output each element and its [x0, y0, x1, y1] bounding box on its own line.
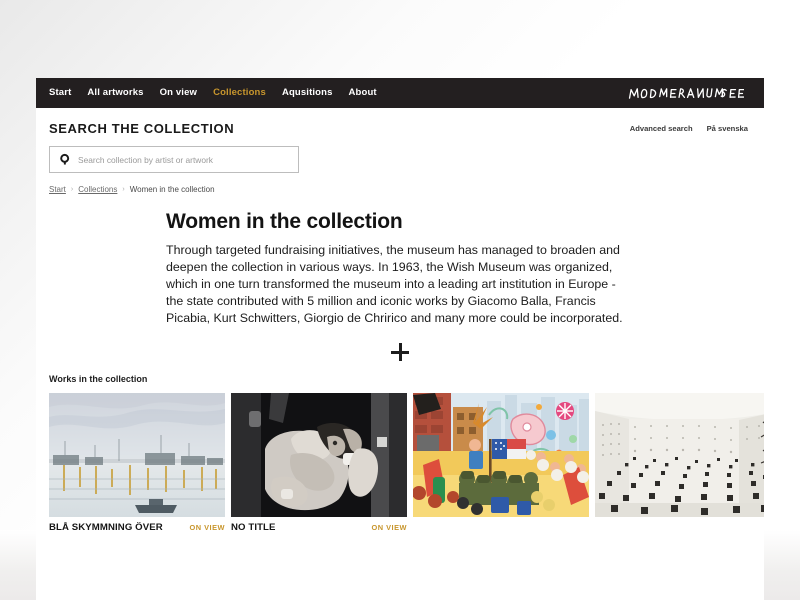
expand-row [36, 343, 764, 362]
breadcrumb-item-current: Women in the collection [129, 185, 215, 194]
nav-item-about[interactable]: About [349, 88, 377, 98]
work-thumbnail-white-room-installation [595, 393, 764, 518]
nav-item-on-view[interactable]: On view [160, 88, 197, 98]
work-card[interactable]: NO TITLE ON VIEW [231, 393, 407, 533]
search-input[interactable] [78, 154, 290, 165]
nav-item-aqusitions[interactable]: Aqusitions [282, 88, 333, 98]
status-badge: ON VIEW [189, 523, 225, 533]
work-card[interactable] [595, 393, 764, 533]
work-title: BLÅ SKYMMNING ÖVER [49, 522, 163, 534]
advanced-search-link[interactable]: Advanced search [630, 124, 693, 133]
works-section-label: Works in the collection [49, 374, 148, 385]
page-title: Women in the collection [166, 210, 403, 233]
plus-icon[interactable] [391, 343, 409, 362]
top-navigation-bar: Start All artworks On view Collections A… [36, 78, 764, 108]
article: Women in the collection Through targeted… [166, 210, 636, 326]
language-switch-link[interactable]: På svenska [707, 124, 748, 133]
work-title: NO TITLE [231, 522, 276, 534]
work-thumbnail-black-white-photograph [231, 393, 407, 518]
breadcrumb-separator: › [122, 186, 125, 193]
search-section: SEARCH THE COLLECTION Advanced search På… [36, 108, 764, 173]
work-card[interactable]: BLÅ SKYMMNING ÖVER ON VIEW [49, 393, 225, 533]
breadcrumb-separator: › [70, 186, 74, 193]
work-card-meta: NO TITLE ON VIEW [231, 522, 407, 533]
work-thumbnail-colorful-parade-painting [413, 393, 589, 518]
status-badge: ON VIEW [371, 523, 407, 533]
breadcrumb-item-collections[interactable]: Collections [78, 185, 117, 194]
works-card-list: BLÅ SKYMMNING ÖVER ON VIEW NO TITLE ON V… [36, 393, 764, 533]
nav-item-collections[interactable]: Collections [213, 88, 266, 98]
work-card-meta: BLÅ SKYMMNING ÖVER ON VIEW [49, 522, 225, 533]
primary-nav: Start All artworks On view Collections A… [49, 88, 377, 98]
nav-item-start[interactable]: Start [49, 88, 71, 98]
search-box[interactable] [49, 146, 299, 173]
work-thumbnail-watercolor-harbour-scene [49, 393, 225, 518]
work-card[interactable] [413, 393, 589, 533]
breadcrumb-item-start[interactable]: Start [49, 185, 66, 194]
utility-links: Advanced search På svenska [630, 124, 748, 133]
moderna-museet-logo[interactable] [628, 84, 744, 102]
search-icon [58, 153, 73, 166]
site-frame: Start All artworks On view Collections A… [36, 78, 764, 600]
article-body-text: Through targeted fundraising initiatives… [166, 243, 623, 325]
nav-item-all-artworks[interactable]: All artworks [87, 88, 143, 98]
breadcrumb: Start › Collections › Women in the colle… [49, 185, 764, 194]
